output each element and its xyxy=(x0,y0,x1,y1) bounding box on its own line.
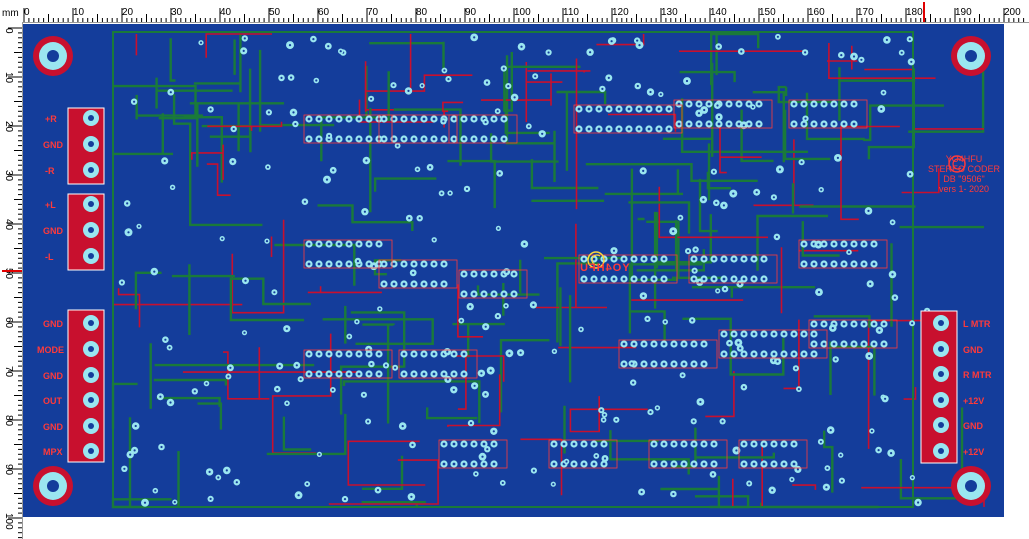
board-info-line: YO4HFU xyxy=(945,154,983,164)
terminal-label: GND xyxy=(43,226,63,236)
terminal-label: L MTR xyxy=(963,319,991,329)
ruler-cursor-horizontal xyxy=(923,2,925,22)
mounting-hole-icon xyxy=(33,466,73,506)
terminal-block-icon xyxy=(67,309,105,463)
terminal-block-icon xyxy=(67,193,105,271)
mounting-hole-icon xyxy=(951,466,991,506)
board-info-line: STEREO CODER xyxy=(927,164,1000,174)
ruler-ticks-horizontal xyxy=(23,8,1025,22)
board-info-line: DB "9506" xyxy=(943,174,985,184)
terminal-block-icon xyxy=(920,310,958,464)
terminal-label: +12V xyxy=(963,447,985,457)
pcb-fixed-features xyxy=(33,36,991,506)
terminal-label: -L xyxy=(45,252,54,262)
terminal-label: MPX xyxy=(43,447,63,457)
terminal-label: +12V xyxy=(963,396,985,406)
horizontal-ruler: mm 0 10 20 30 40 50 60 70 80 90 100 110 … xyxy=(0,0,1029,23)
terminal-label: GND xyxy=(43,319,63,329)
terminal-block-icon xyxy=(67,107,105,185)
terminal-label: GND xyxy=(43,422,63,432)
terminal-label: R MTR xyxy=(963,370,992,380)
mounting-hole-icon xyxy=(951,36,991,76)
terminal-label: OUT xyxy=(43,396,62,406)
terminal-label: MODE xyxy=(37,345,64,355)
pcb-board[interactable]: +R GND -R +L GND -L GND MODE GND OUT GND… xyxy=(23,24,1004,517)
ruler-cursor-vertical xyxy=(2,270,22,272)
mounting-hole-icon xyxy=(33,36,73,76)
board-info-text: YO4HFU STEREO CODER DB "9506" vers 1- 20… xyxy=(919,154,1004,194)
board-info-line: vers 1- 2020 xyxy=(938,184,990,194)
terminal-label: GND xyxy=(963,345,983,355)
terminal-label: GND xyxy=(43,371,63,381)
terminal-label: GND xyxy=(43,140,63,150)
terminal-label: -R xyxy=(45,166,55,176)
vertical-ruler: 0 10 20 30 40 50 60 70 80 90 100 xyxy=(0,22,23,539)
terminal-label: +R xyxy=(45,114,57,124)
terminal-label: +L xyxy=(45,200,56,210)
terminal-label: GND xyxy=(963,421,983,431)
center-mark-text: YO4HFU xyxy=(579,262,630,274)
ruler-ticks-vertical xyxy=(8,27,22,539)
